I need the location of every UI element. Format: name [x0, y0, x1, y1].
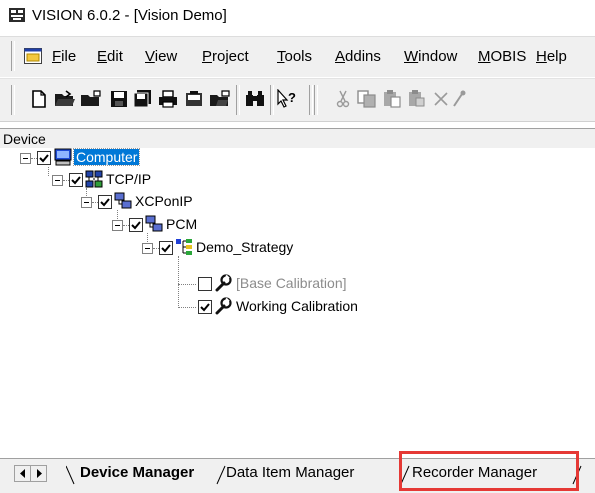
triangle-right-icon [36, 469, 42, 478]
wrench-icon [215, 274, 232, 292]
device-link-icon [114, 192, 132, 209]
tab-scroll-left-button[interactable] [14, 465, 31, 482]
menu-bar: File Edit View Project Tools Addins Wind… [0, 36, 595, 77]
tree-line [117, 210, 118, 219]
toolbar-separator [236, 85, 240, 115]
tree-expander-tcpip[interactable] [52, 175, 63, 186]
tree-node-label[interactable]: XCPonIP [135, 193, 193, 209]
tree-node-label[interactable]: Working Calibration [236, 298, 358, 314]
save-icon [111, 91, 127, 107]
tree-expander-computer[interactable] [20, 153, 31, 164]
tab-edge [216, 465, 226, 485]
menu-addins[interactable]: Addins [335, 48, 381, 65]
browse-button[interactable] [209, 88, 231, 110]
menubar-grip[interactable] [11, 41, 15, 71]
paste-special-button[interactable] [406, 88, 428, 110]
checkbox-demo-strategy[interactable] [159, 241, 173, 255]
menu-mobis[interactable]: MOBIS [478, 48, 526, 65]
new-icon [32, 90, 46, 108]
project-button[interactable] [183, 88, 205, 110]
toolbar: ? [0, 78, 595, 122]
strategy-icon [176, 239, 192, 255]
menu-edit[interactable]: Edit [97, 48, 123, 65]
cut-button[interactable] [332, 88, 354, 110]
delete-button[interactable] [430, 88, 452, 110]
open-folder-icon [81, 90, 101, 106]
wrench-icon [215, 297, 232, 315]
svg-text:?: ? [288, 90, 296, 105]
tree-line [147, 233, 148, 242]
menu-tools[interactable]: Tools [277, 48, 312, 65]
tree-node-label[interactable]: PCM [166, 216, 197, 232]
tab-edge [66, 465, 75, 485]
delete-icon [434, 92, 448, 106]
menu-window[interactable]: Window [404, 48, 457, 65]
tree-expander-pcm[interactable] [112, 220, 123, 231]
document-window-icon[interactable] [24, 48, 42, 64]
computer-icon [54, 148, 72, 166]
tree-line [178, 256, 179, 308]
open-folder-button[interactable] [80, 88, 102, 110]
tree-node-label[interactable]: Computer [72, 148, 141, 166]
paste-icon [384, 90, 401, 108]
tree-line [86, 188, 87, 196]
toolbar-separator [270, 85, 274, 115]
tree-node-label[interactable]: [Base Calibration] [236, 275, 347, 291]
save-all-button[interactable] [132, 88, 154, 110]
checkbox-computer[interactable] [37, 151, 51, 165]
tab-data-item-manager[interactable]: Data Item Manager [226, 464, 354, 484]
tab-scroll-right-button[interactable] [30, 465, 47, 482]
tree-node-label[interactable]: Demo_Strategy [196, 239, 293, 255]
triangle-left-icon [19, 469, 25, 478]
checkbox-base-calibration[interactable] [198, 277, 212, 291]
tree-node-label[interactable]: TCP/IP [106, 171, 151, 187]
menu-file[interactable]: File [52, 48, 76, 65]
tree-line [48, 167, 49, 176]
checkbox-working-calibration[interactable] [198, 300, 212, 314]
binoculars-icon [246, 91, 264, 106]
print-icon [159, 90, 177, 108]
toolbar-separator [309, 85, 313, 115]
vision-app-icon [9, 8, 25, 22]
device-panel-title: Device [3, 131, 46, 147]
device-panel-header: Device [0, 128, 595, 149]
more-toolbar-button[interactable] [452, 88, 466, 110]
open-icon [55, 90, 75, 106]
tab-device-manager[interactable]: Device Manager [80, 464, 194, 484]
tool-icon [453, 90, 466, 107]
toolbar-grip[interactable] [11, 85, 15, 115]
copy-icon [357, 90, 376, 108]
checkbox-xcponip[interactable] [98, 195, 112, 209]
tree-expander-xcponip[interactable] [81, 197, 92, 208]
highlight-box [399, 451, 579, 491]
device-tree[interactable]: Computer TCP/IP XCPonIP PCM Demo_Strateg… [0, 148, 595, 458]
project-icon [186, 91, 202, 106]
menu-view[interactable]: View [145, 48, 177, 65]
checkbox-pcm[interactable] [129, 218, 143, 232]
open-button[interactable] [54, 88, 76, 110]
browse-icon [210, 90, 230, 106]
context-help-icon: ? [277, 89, 296, 108]
toolbar-grip-2[interactable] [314, 85, 318, 115]
tree-expander-demo-strategy[interactable] [142, 243, 153, 254]
window-title: VISION 6.0.2 - [Vision Demo] [32, 7, 227, 24]
new-button[interactable] [28, 88, 50, 110]
context-help-button[interactable]: ? [276, 88, 298, 110]
network-icon [85, 170, 103, 188]
save-button[interactable] [108, 88, 130, 110]
print-button[interactable] [157, 88, 179, 110]
tree-line [178, 284, 196, 285]
menu-help[interactable]: Help [536, 48, 567, 65]
save-all-icon [133, 90, 151, 108]
find-button[interactable] [244, 88, 266, 110]
menu-project[interactable]: Project [202, 48, 249, 65]
tree-line [178, 307, 196, 308]
cut-icon [336, 90, 350, 108]
device-link-icon [145, 215, 163, 232]
paste-special-icon [409, 90, 425, 107]
paste-button[interactable] [381, 88, 403, 110]
checkbox-tcpip[interactable] [69, 173, 83, 187]
copy-button[interactable] [356, 88, 378, 110]
title-bar: VISION 6.0.2 - [Vision Demo] [0, 0, 595, 30]
